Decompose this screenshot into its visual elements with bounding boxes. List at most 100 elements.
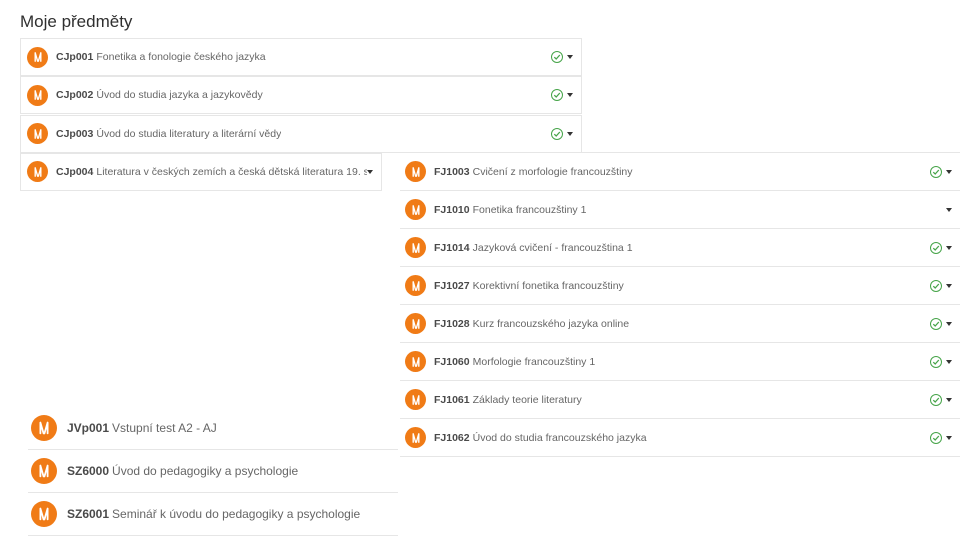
course-row[interactable]: FJ1061 Základy teorie literatury <box>400 381 960 419</box>
course-row[interactable]: CJp001 Fonetika a fonologie českého jazyk… <box>20 38 582 76</box>
course-code: CJp003 <box>56 127 94 140</box>
course-code: FJ1014 <box>434 241 470 254</box>
course-actions <box>930 393 960 406</box>
caret-down-icon[interactable] <box>567 93 573 98</box>
course-row[interactable]: CJp004 Literatura v českých zemích a česk… <box>20 152 382 191</box>
muni-logo-icon <box>405 237 426 258</box>
course-code: FJ1062 <box>434 431 470 444</box>
course-name: Fonetika a fonologie českého jazyka <box>96 51 266 63</box>
caret-down-icon[interactable] <box>567 55 573 59</box>
check-circle-icon <box>930 431 942 444</box>
muni-logo-icon <box>31 501 57 527</box>
caret-down-icon[interactable] <box>946 435 952 440</box>
muni-logo-icon <box>27 123 48 145</box>
course-row[interactable]: FJ1062 Úvod do studia francouzského jazyk… <box>400 419 960 457</box>
caret-down-icon[interactable] <box>946 359 952 364</box>
course-actions <box>930 279 960 292</box>
muni-logo-icon <box>405 275 426 296</box>
muni-logo-icon <box>405 427 426 448</box>
check-circle-icon <box>551 89 563 102</box>
course-name: Kurz francouzského jazyka online <box>472 317 630 330</box>
course-name: Základy teorie literatury <box>472 393 582 406</box>
course-code: CJp001 <box>56 51 94 63</box>
caret-down-icon[interactable] <box>567 131 573 136</box>
course-name: Seminář k úvodu do pedagogiky a psycholo… <box>112 507 361 521</box>
check-circle-icon <box>930 165 942 178</box>
muni-logo-icon <box>27 46 48 68</box>
caret-down-icon[interactable] <box>946 283 952 288</box>
course-row[interactable]: JVp001 Vstupní test A2 - AJ <box>28 407 398 450</box>
check-circle-icon <box>930 355 942 368</box>
muni-logo-icon <box>31 458 57 484</box>
caret-down-icon[interactable] <box>946 397 952 402</box>
check-circle-icon <box>930 393 942 406</box>
course-row[interactable]: FJ1003 Cvičení z morfologie francouzštiny <box>400 153 960 191</box>
course-row[interactable]: SZ6000 Úvod do pedagogiky a psychologie <box>28 450 398 493</box>
course-row[interactable]: CJp003 Úvod do studia literatury a literá… <box>20 114 582 153</box>
muni-logo-icon <box>405 351 426 372</box>
course-actions <box>930 241 960 254</box>
course-list-fj: FJ1003 Cvičení z morfologie francouzštiny… <box>400 152 960 457</box>
caret-down-icon[interactable] <box>946 321 952 326</box>
caret-down-icon[interactable] <box>946 245 952 250</box>
course-link[interactable]: FJ1003 Cvičení z morfologie francouzštiny <box>434 166 633 178</box>
course-link[interactable]: SZ6000 Úvod do pedagogiky a psychologie <box>67 464 298 478</box>
course-code: CJp004 <box>56 165 94 178</box>
check-circle-icon <box>551 127 563 140</box>
course-row[interactable]: CJp002 Úvod do studia jazyka a jazykovědy <box>20 76 582 115</box>
course-actions <box>930 317 960 330</box>
course-code: FJ1027 <box>434 279 470 292</box>
course-row[interactable]: FJ1014 Jazyková cvičení - francouzština 1 <box>400 229 960 267</box>
course-code: FJ1061 <box>434 393 470 406</box>
course-name: Úvod do studia literatury a literární vě… <box>96 127 282 140</box>
course-actions <box>551 89 581 102</box>
course-actions <box>930 355 960 368</box>
course-actions <box>551 127 581 140</box>
course-code: SZ6000 <box>67 464 110 478</box>
muni-logo-icon <box>405 161 426 182</box>
caret-down-icon[interactable] <box>367 169 373 174</box>
course-link[interactable]: FJ1014 Jazyková cvičení - francouzština 1 <box>434 242 633 254</box>
course-row[interactable]: FJ1060 Morfologie francouzštiny 1 <box>400 343 960 381</box>
course-name: Fonetika francouzštiny 1 <box>472 203 587 216</box>
course-row[interactable]: FJ1028 Kurz francouzského jazyka online <box>400 305 960 343</box>
course-list-other: JVp001 Vstupní test A2 - AJ SZ6000 Úvod do… <box>28 407 398 540</box>
muni-logo-icon <box>405 313 426 334</box>
course-link[interactable]: CJp001 Fonetika a fonologie českého jazyk… <box>56 51 266 63</box>
course-code: CJp002 <box>56 89 94 102</box>
course-actions <box>930 431 960 444</box>
course-link[interactable]: FJ1061 Základy teorie literatury <box>434 394 582 406</box>
course-row[interactable]: SZ6001 Seminář k úvodu do pedagogiky a ps… <box>28 493 398 536</box>
course-link[interactable]: SZ6001 Seminář k úvodu do pedagogiky a ps… <box>67 507 360 521</box>
course-name: Korektivní fonetika francouzštiny <box>472 279 624 292</box>
course-name: Cvičení z morfologie francouzštiny <box>472 165 633 178</box>
course-link[interactable]: FJ1028 Kurz francouzského jazyka online <box>434 318 629 330</box>
check-circle-icon <box>930 241 942 254</box>
course-actions <box>367 169 381 174</box>
course-row[interactable]: FJ1027 Korektivní fonetika francouzštiny <box>400 267 960 305</box>
course-link[interactable]: FJ1062 Úvod do studia francouzského jazyk… <box>434 432 647 444</box>
course-link[interactable]: FJ1060 Morfologie francouzštiny 1 <box>434 356 595 368</box>
course-name: Vstupní test A2 - AJ <box>112 421 217 435</box>
course-link[interactable]: CJp003 Úvod do studia literatury a literá… <box>56 128 281 140</box>
course-actions <box>946 207 960 212</box>
check-circle-icon <box>930 317 942 330</box>
caret-down-icon[interactable] <box>946 207 952 212</box>
caret-down-icon[interactable] <box>946 169 952 174</box>
course-code: FJ1010 <box>434 203 470 216</box>
muni-logo-icon <box>27 161 48 183</box>
course-link[interactable]: FJ1010 Fonetika francouzštiny 1 <box>434 204 586 216</box>
course-link[interactable]: CJp004 Literatura v českých zemích a česk… <box>56 166 367 178</box>
muni-logo-icon <box>27 84 48 106</box>
course-link[interactable]: CJp002 Úvod do studia jazyka a jazykovědy <box>56 89 263 101</box>
course-link[interactable]: JVp001 Vstupní test A2 - AJ <box>67 421 217 435</box>
muni-logo-icon <box>31 415 57 441</box>
course-actions <box>551 51 581 63</box>
page-title: Moje předměty <box>20 12 133 31</box>
course-code: JVp001 <box>67 421 110 435</box>
muni-logo-icon <box>405 389 426 410</box>
course-name: Úvod do studia francouzského jazyka <box>472 431 647 444</box>
course-row[interactable]: FJ1010 Fonetika francouzštiny 1 <box>400 191 960 229</box>
course-name: Jazyková cvičení - francouzština 1 <box>472 241 633 254</box>
course-link[interactable]: FJ1027 Korektivní fonetika francouzštiny <box>434 280 624 292</box>
